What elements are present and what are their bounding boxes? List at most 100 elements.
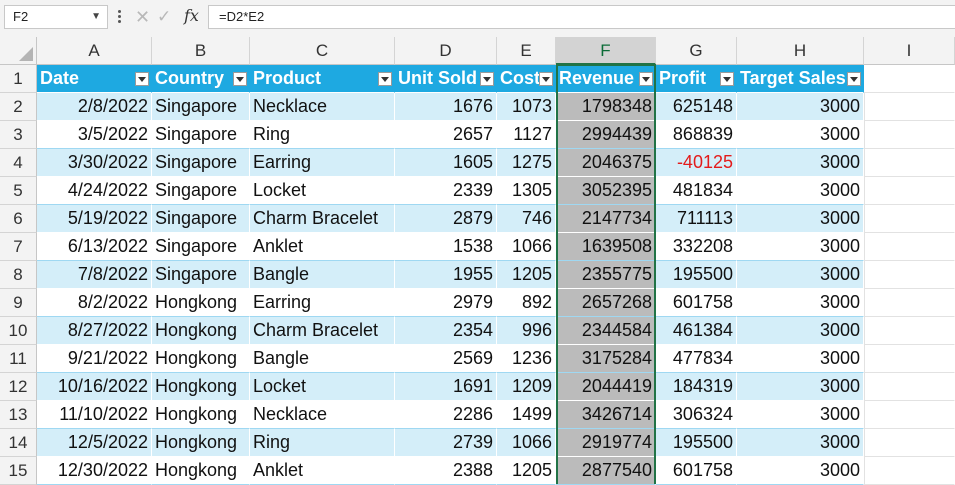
column-header-e[interactable]: E [497, 37, 556, 65]
table-cell[interactable]: 4/24/2022 [37, 177, 152, 205]
table-cell[interactable]: Hongkong [152, 373, 250, 401]
formula-input[interactable]: =D2*E2 [208, 5, 955, 29]
table-cell[interactable]: 996 [497, 317, 556, 345]
table-cell[interactable]: 3000 [737, 289, 864, 317]
table-cell[interactable]: Charm Bracelet [250, 317, 395, 345]
empty-cell[interactable] [864, 205, 955, 233]
filter-dropdown-icon[interactable] [720, 72, 734, 86]
table-cell[interactable]: 195500 [656, 261, 737, 289]
row-header-8[interactable]: 8 [0, 261, 37, 289]
table-header-cell[interactable]: Product [250, 65, 395, 93]
table-cell[interactable]: Singapore [152, 149, 250, 177]
table-cell[interactable]: 184319 [656, 373, 737, 401]
filter-dropdown-icon[interactable] [135, 72, 149, 86]
empty-cell[interactable] [864, 93, 955, 121]
table-cell[interactable]: Hongkong [152, 317, 250, 345]
table-cell[interactable]: 481834 [656, 177, 737, 205]
table-cell[interactable]: Locket [250, 373, 395, 401]
table-cell[interactable]: 3000 [737, 429, 864, 457]
filter-dropdown-icon[interactable] [233, 72, 247, 86]
table-cell[interactable]: Ring [250, 121, 395, 149]
empty-cell[interactable] [864, 233, 955, 261]
chevron-down-icon[interactable]: ▼ [91, 6, 101, 28]
table-cell[interactable]: 9/21/2022 [37, 345, 152, 373]
table-cell[interactable]: 1205 [497, 457, 556, 485]
empty-cell[interactable] [864, 261, 955, 289]
table-cell[interactable]: Hongkong [152, 289, 250, 317]
table-cell[interactable]: 625148 [656, 93, 737, 121]
empty-cell[interactable] [864, 289, 955, 317]
table-cell[interactable]: 1236 [497, 345, 556, 373]
table-cell[interactable]: 1073 [497, 93, 556, 121]
row-header-12[interactable]: 12 [0, 373, 37, 401]
table-cell[interactable]: 2994439 [556, 121, 656, 149]
table-cell[interactable]: 2879 [395, 205, 497, 233]
table-cell[interactable]: 1639508 [556, 233, 656, 261]
table-cell[interactable]: 2657 [395, 121, 497, 149]
table-cell[interactable]: 2147734 [556, 205, 656, 233]
table-cell[interactable]: 3/30/2022 [37, 149, 152, 177]
insert-function-icon[interactable]: fx [184, 6, 199, 25]
table-header-cell[interactable]: Date [37, 65, 152, 93]
table-header-cell[interactable]: Unit Sold [395, 65, 497, 93]
table-cell[interactable]: 2739 [395, 429, 497, 457]
filter-dropdown-icon[interactable] [539, 72, 553, 86]
table-header-cell[interactable]: Profit [656, 65, 737, 93]
table-cell[interactable]: 2044419 [556, 373, 656, 401]
table-cell[interactable]: 711113 [656, 205, 737, 233]
cancel-icon[interactable]: ✕ [135, 7, 150, 28]
empty-cell[interactable] [864, 429, 955, 457]
column-header-a[interactable]: A [37, 37, 152, 65]
table-cell[interactable]: 2919774 [556, 429, 656, 457]
row-header-9[interactable]: 9 [0, 289, 37, 317]
row-header-7[interactable]: 7 [0, 233, 37, 261]
table-cell[interactable]: 1691 [395, 373, 497, 401]
table-header-cell[interactable]: Cost [497, 65, 556, 93]
table-cell[interactable]: Singapore [152, 177, 250, 205]
table-cell[interactable]: 3000 [737, 457, 864, 485]
table-header-cell[interactable]: Country [152, 65, 250, 93]
table-cell[interactable]: Charm Bracelet [250, 205, 395, 233]
table-cell[interactable]: 3426714 [556, 401, 656, 429]
filter-dropdown-icon[interactable] [639, 72, 653, 86]
table-cell[interactable]: Singapore [152, 93, 250, 121]
table-cell[interactable]: 2355775 [556, 261, 656, 289]
table-cell[interactable]: 2286 [395, 401, 497, 429]
table-cell[interactable]: 3052395 [556, 177, 656, 205]
row-header-6[interactable]: 6 [0, 205, 37, 233]
table-cell[interactable]: 2/8/2022 [37, 93, 152, 121]
table-cell[interactable]: 332208 [656, 233, 737, 261]
table-cell[interactable]: 8/2/2022 [37, 289, 152, 317]
table-cell[interactable]: 3000 [737, 373, 864, 401]
table-cell[interactable]: 3000 [737, 317, 864, 345]
table-cell[interactable]: Ring [250, 429, 395, 457]
table-cell[interactable]: 3000 [737, 261, 864, 289]
table-cell[interactable]: Necklace [250, 401, 395, 429]
table-cell[interactable]: 1955 [395, 261, 497, 289]
table-cell[interactable]: 3000 [737, 149, 864, 177]
column-header-d[interactable]: D [395, 37, 497, 65]
table-cell[interactable]: 3/5/2022 [37, 121, 152, 149]
table-cell[interactable]: 2339 [395, 177, 497, 205]
empty-cell[interactable] [864, 373, 955, 401]
row-header-14[interactable]: 14 [0, 429, 37, 457]
table-cell[interactable]: 1305 [497, 177, 556, 205]
table-cell[interactable]: 2344584 [556, 317, 656, 345]
table-cell[interactable]: 868839 [656, 121, 737, 149]
table-cell[interactable]: 477834 [656, 345, 737, 373]
table-cell[interactable]: 11/10/2022 [37, 401, 152, 429]
table-cell[interactable]: 1605 [395, 149, 497, 177]
table-cell[interactable]: 3000 [737, 205, 864, 233]
table-cell[interactable]: 3000 [737, 233, 864, 261]
table-cell[interactable]: 461384 [656, 317, 737, 345]
empty-cell[interactable] [864, 345, 955, 373]
table-cell[interactable]: Hongkong [152, 457, 250, 485]
table-cell[interactable]: 3000 [737, 93, 864, 121]
table-cell[interactable]: 3175284 [556, 345, 656, 373]
column-header-g[interactable]: G [656, 37, 737, 65]
table-cell[interactable]: Earring [250, 149, 395, 177]
table-cell[interactable]: 7/8/2022 [37, 261, 152, 289]
enter-check-icon[interactable]: ✓ [157, 7, 171, 27]
table-cell[interactable]: Earring [250, 289, 395, 317]
table-cell[interactable]: 1676 [395, 93, 497, 121]
